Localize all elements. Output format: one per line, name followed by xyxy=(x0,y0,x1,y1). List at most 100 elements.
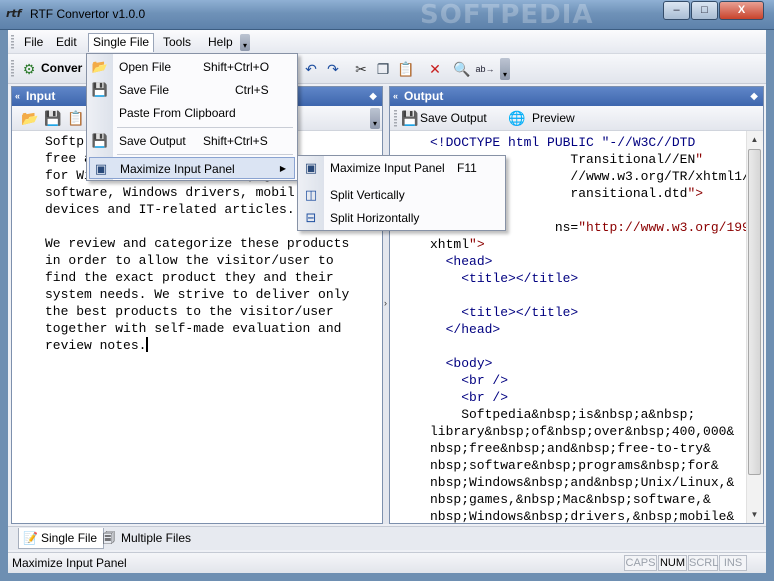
output-toolbar-grip[interactable] xyxy=(394,110,397,127)
copy-icon[interactable]: ❐ xyxy=(373,59,393,79)
save-output-icon: 💾 xyxy=(91,133,109,148)
input-text-line: the best products to the visitor/user xyxy=(45,304,334,319)
split-vertical-icon: ◫ xyxy=(304,187,318,202)
collapse-chevron-icon[interactable]: « xyxy=(393,87,398,106)
menu-maximize-input-panel[interactable]: ▣ Maximize Input Panel ▶ xyxy=(89,157,295,179)
menu-save-output[interactable]: 💾 Save Output Shift+Ctrl+S xyxy=(89,130,295,152)
submenu-split-vertically-label: Split Vertically xyxy=(330,188,405,202)
save-output-icon[interactable]: 💾 xyxy=(401,108,418,128)
preview-globe-icon[interactable]: 🌐 xyxy=(508,108,526,128)
input-panel-title: Input xyxy=(26,89,56,103)
output-panel-toolbar: 💾 Save Output 🌐 Preview xyxy=(390,106,763,131)
output-text-line: xhtml"> xyxy=(430,237,485,252)
find-icon[interactable]: 🔍 xyxy=(452,59,472,79)
output-text-line: <br /> xyxy=(461,373,509,388)
convert-icon[interactable]: ⚙ xyxy=(19,59,39,79)
output-text-line: </head> xyxy=(445,322,501,337)
minimize-button[interactable]: – xyxy=(663,1,690,20)
menu-edit[interactable]: Edit xyxy=(52,33,81,52)
collapse-chevron-icon[interactable]: « xyxy=(15,87,20,106)
menu-open-file[interactable]: 📂 Open File Shift+Ctrl+O xyxy=(89,56,295,78)
output-text-line: <title></title> xyxy=(461,271,579,286)
delete-icon[interactable]: ✕ xyxy=(425,59,445,79)
output-panel-header: « Output ◆ xyxy=(390,87,763,106)
output-text-line: <br /> xyxy=(461,390,509,405)
single-file-menu: 📂 Open File Shift+Ctrl+O 💾 Save File Ctr… xyxy=(86,53,298,181)
title-bar: rtf RTF Convertor v1.0.0 SOFTPEDIA – □ X xyxy=(0,0,774,30)
paste-clipboard-icon[interactable]: 📋 xyxy=(66,108,86,128)
convert-button-label[interactable]: Conver xyxy=(41,61,82,75)
menu-paste-clipboard[interactable]: Paste From Clipboard xyxy=(89,102,295,124)
redo-icon[interactable]: ↷ xyxy=(323,59,343,79)
close-button[interactable]: X xyxy=(719,1,764,20)
maximize-button[interactable]: □ xyxy=(691,1,718,20)
output-text-line: <!DOCTYPE html PUBLIC "-//W3C//DTD xyxy=(430,135,696,150)
scroll-lock-indicator: SCRL xyxy=(688,555,719,571)
menu-save-file-shortcut: Ctrl+S xyxy=(235,83,269,97)
tab-multiple-files[interactable]: 🗐 Multiple Files xyxy=(99,528,197,549)
splitter-arrow-icon[interactable]: › xyxy=(384,298,387,308)
split-horizontal-icon: ⊟ xyxy=(305,210,317,225)
menu-save-output-shortcut: Shift+Ctrl+S xyxy=(203,134,268,148)
menubar-grip[interactable] xyxy=(11,35,14,50)
panel-options-icon[interactable]: ◆ xyxy=(369,87,377,106)
status-bar: Maximize Input Panel CAPS NUM SCRL INS xyxy=(8,552,766,573)
output-text-line: nbsp;software&nbsp;programs&nbsp;for& xyxy=(430,458,719,473)
open-folder-icon[interactable]: 📂 xyxy=(20,108,40,128)
output-text-line: <title></title> xyxy=(461,305,579,320)
menu-open-file-label: Open File xyxy=(119,60,172,74)
replace-icon[interactable]: ab→ xyxy=(475,59,495,79)
submenu-maximize-shortcut: F11 xyxy=(457,161,477,175)
submenu-arrow-icon: ▶ xyxy=(279,164,286,173)
tab-single-file[interactable]: 📝 Single File xyxy=(18,528,105,549)
paste-icon[interactable]: 📋 xyxy=(396,59,416,79)
output-text-line: Softpedia&nbsp;is&nbsp;a&nbsp; xyxy=(430,407,696,422)
maximize-submenu: ▣ Maximize Input Panel F11 ◫ Split Verti… xyxy=(297,155,506,231)
save-output-button[interactable]: Save Output xyxy=(420,111,487,125)
scroll-down-icon[interactable]: ▼ xyxy=(746,506,763,523)
menu-maximize-input-panel-f11[interactable]: ▣ Maximize Input Panel F11 xyxy=(300,157,503,179)
menu-save-file[interactable]: 💾 Save File Ctrl+S xyxy=(89,79,295,101)
panel-options-icon[interactable]: ◆ xyxy=(750,87,758,106)
input-text-line: in order to allow the visitor/user to xyxy=(45,253,334,268)
menu-file[interactable]: File xyxy=(20,33,47,52)
preview-button[interactable]: Preview xyxy=(532,111,575,125)
menu-save-output-label: Save Output xyxy=(119,134,186,148)
watermark: SOFTPEDIA xyxy=(420,0,594,30)
scroll-thumb[interactable] xyxy=(748,149,761,475)
output-text-line xyxy=(430,338,763,355)
input-text-line: system needs. We strive to deliver only xyxy=(45,287,350,302)
toolbar-overflow-icon[interactable]: ▾ xyxy=(500,58,510,80)
input-text-line: find the exact product they and their xyxy=(45,270,334,285)
maximize-panel-icon: ▣ xyxy=(304,160,318,175)
undo-icon[interactable]: ↶ xyxy=(301,59,321,79)
status-text: Maximize Input Panel xyxy=(12,556,127,570)
output-text-line: <body> xyxy=(445,356,493,371)
menu-maximize-input-panel-label: Maximize Input Panel xyxy=(120,162,235,176)
output-panel: « Output ◆ 💾 Save Output 🌐 Preview <!DOC… xyxy=(389,86,764,524)
insert-indicator: INS xyxy=(719,555,747,571)
scroll-up-icon[interactable]: ▲ xyxy=(746,131,763,148)
toolbar-grip[interactable] xyxy=(11,60,14,78)
submenu-split-horizontally-label: Split Horizontally xyxy=(330,211,420,225)
save-icon[interactable]: 💾 xyxy=(43,108,63,128)
menu-single-file[interactable]: Single File xyxy=(88,33,155,52)
caps-indicator: CAPS xyxy=(624,555,657,571)
menu-help[interactable]: Help xyxy=(204,33,237,52)
window-bottom-border xyxy=(0,573,774,581)
text-caret xyxy=(146,337,149,352)
app-icon: rtf xyxy=(6,7,22,20)
output-panel-title: Output xyxy=(404,89,444,103)
open-folder-icon: 📂 xyxy=(91,59,109,74)
menu-bar: File Edit Single File Tools Help ▾ xyxy=(8,30,766,54)
bottom-tabs: 📝 Single File 🗐 Multiple Files xyxy=(8,526,766,550)
save-icon: 💾 xyxy=(91,82,109,97)
cut-icon[interactable]: ✂ xyxy=(351,59,371,79)
menubar-overflow-icon[interactable]: ▾ xyxy=(240,34,250,51)
documents-icon: 🗐 xyxy=(103,531,115,545)
output-text-line: <head> xyxy=(445,254,493,269)
menu-split-horizontally[interactable]: ⊟ Split Horizontally xyxy=(300,207,503,229)
menu-tools[interactable]: Tools xyxy=(159,33,195,52)
menu-split-vertically[interactable]: ◫ Split Vertically xyxy=(300,184,503,206)
input-toolbar-overflow-icon[interactable]: ▾ xyxy=(370,108,380,129)
